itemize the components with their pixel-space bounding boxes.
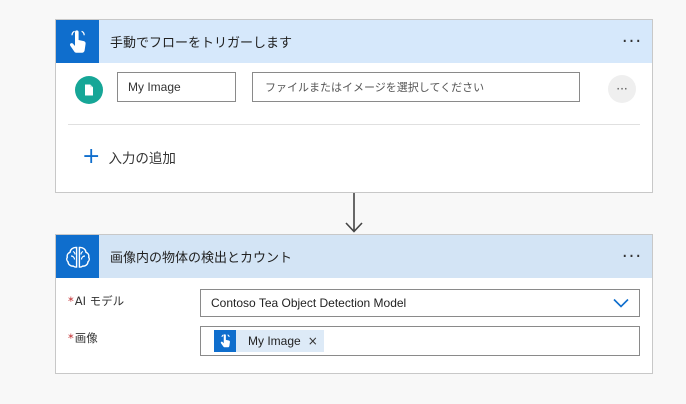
ai-model-label-text: AI モデル (74, 294, 125, 308)
add-input-label: 入力の追加 (108, 151, 176, 167)
image-token-label: My Image (248, 334, 301, 348)
input-row-more-button[interactable]: ··· (608, 75, 636, 103)
plus-icon: + (82, 144, 101, 169)
action-card: 画像内の物体の検出とカウント ··· *AI モデル Contoso Tea O… (55, 234, 653, 374)
required-marker: * (68, 331, 74, 345)
ai-model-dropdown[interactable]: Contoso Tea Object Detection Model (200, 289, 640, 317)
action-more-button[interactable]: ··· (612, 235, 652, 278)
file-select-field[interactable]: ファイルまたはイメージを選択してください (252, 72, 580, 102)
required-marker: * (68, 294, 74, 308)
add-input-button[interactable]: + 入力の追加 (82, 146, 176, 168)
trigger-more-button[interactable]: ··· (612, 20, 652, 63)
arrow-down-icon (345, 193, 363, 233)
divider (68, 124, 640, 125)
action-card-header[interactable]: 画像内の物体の検出とカウント ··· (56, 235, 652, 278)
image-token[interactable]: My Image × (214, 330, 324, 352)
touch-hand-icon (56, 20, 99, 63)
close-icon[interactable]: × (308, 334, 318, 348)
trigger-title: 手動でフローをトリガーします (110, 36, 293, 51)
chevron-down-icon (613, 298, 629, 308)
ai-model-selected-value: Contoso Tea Object Detection Model (211, 296, 407, 310)
image-input-field[interactable]: My Image × (200, 326, 640, 356)
trigger-card-header[interactable]: 手動でフローをトリガーします ··· (56, 20, 652, 63)
trigger-card: 手動でフローをトリガーします ··· My Image ファイルまたはイメージを… (55, 19, 653, 193)
input-name-field[interactable]: My Image (117, 72, 236, 102)
action-title: 画像内の物体の検出とカウント (110, 251, 293, 266)
image-label: *画像 (68, 330, 98, 346)
ai-model-label: *AI モデル (68, 293, 124, 309)
ai-brain-icon (56, 235, 99, 278)
touch-hand-icon (214, 330, 236, 352)
file-icon (75, 76, 103, 104)
image-label-text: 画像 (74, 331, 98, 345)
